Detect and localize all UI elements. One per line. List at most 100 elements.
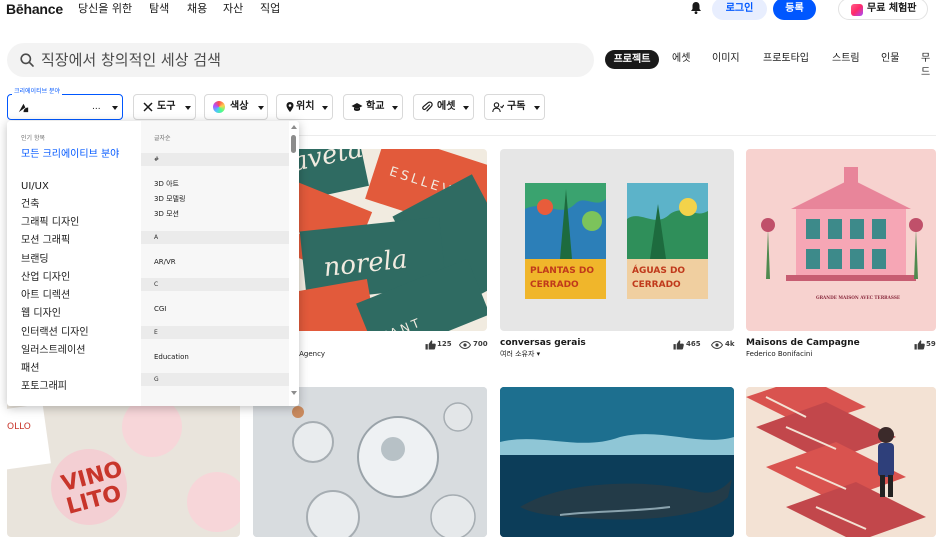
- project-thumbnail: [746, 387, 936, 537]
- thumbs-up-icon: [425, 340, 436, 350]
- project-title[interactable]: Maisons de Campagne: [746, 338, 860, 349]
- tab-projects[interactable]: 프로젝트: [605, 50, 659, 69]
- behance-logo[interactable]: Bēhance: [6, 0, 63, 18]
- color-wheel-icon: [213, 101, 225, 113]
- creative-field-select[interactable]: ...: [7, 94, 123, 120]
- project-card-glass[interactable]: [253, 387, 487, 537]
- option-ar-vr[interactable]: AR/VR: [154, 257, 176, 267]
- scrollbar-thumb[interactable]: [291, 135, 296, 153]
- scroll-up-icon[interactable]: [291, 125, 297, 129]
- filter-location-label: 위치: [296, 101, 315, 112]
- views-count: 4k: [725, 340, 735, 348]
- free-trial-label: 무료 체험판: [867, 3, 917, 14]
- tab-streams[interactable]: 스트림: [832, 52, 860, 66]
- filter-location[interactable]: 위치: [276, 94, 333, 120]
- option-motion-graphics[interactable]: 모션 그래픽: [21, 234, 70, 247]
- nav-link-jobs[interactable]: 채용: [187, 2, 207, 16]
- chevron-down-icon: [392, 106, 398, 110]
- project-owner[interactable]: Federico Bonifacini: [746, 350, 812, 359]
- search-input[interactable]: 직장에서 창의적인 세상 검색: [41, 51, 221, 69]
- filter-school[interactable]: 학교: [343, 94, 403, 120]
- tab-people[interactable]: 인물: [881, 52, 899, 66]
- option-all-creative-fields[interactable]: 모든 크리에이티브 분야: [21, 148, 126, 161]
- project-card-vino[interactable]: OLLO VINO LITO: [7, 387, 240, 537]
- project-thumbnail: [500, 387, 734, 537]
- filter-tools-label: 도구: [157, 101, 176, 112]
- letter-group-header: C: [141, 278, 289, 291]
- bell-icon[interactable]: [688, 0, 704, 16]
- nav-link-careers[interactable]: 직업: [260, 2, 280, 16]
- chevron-down-icon: [463, 106, 469, 110]
- popular-list: 인기 항목 모든 크리에이티브 분야 UI/UX 건축 그래픽 디자인 모션 그…: [7, 121, 141, 406]
- option-interaction-design[interactable]: 인터랙션 디자인: [21, 326, 89, 339]
- top-nav: Bēhance 당신을 위한 탐색 채용 자산 직업 로그인 등록 무료 체험판: [0, 0, 936, 24]
- nav-link-for-you[interactable]: 당신을 위한: [78, 2, 132, 16]
- tools-icon: [143, 102, 153, 112]
- tab-assets[interactable]: 에셋: [672, 52, 690, 66]
- creative-field-value: ...: [92, 102, 101, 112]
- scroll-down-icon[interactable]: [291, 391, 297, 395]
- thumbs-up-icon: [914, 340, 925, 350]
- project-owner[interactable]: 여러 소유자 ▾: [500, 350, 540, 359]
- option-branding[interactable]: 브랜딩: [21, 253, 49, 266]
- filter-color[interactable]: 색상: [204, 94, 268, 120]
- option-photography[interactable]: 포토그래피: [21, 380, 67, 393]
- artwork-text: ÁGUAS DO: [632, 264, 685, 276]
- tab-moodboards[interactable]: 무드: [921, 52, 936, 80]
- views-count: 700: [473, 340, 488, 348]
- dropdown-scrollbar[interactable]: [289, 121, 299, 406]
- option-fashion[interactable]: 패션: [21, 362, 39, 375]
- project-card-whale[interactable]: [500, 387, 734, 537]
- creative-field-icon: [18, 103, 29, 113]
- tab-images[interactable]: 이미지: [712, 52, 740, 66]
- project-thumbnail: GRANDE MAISON AVEC TERRASSE: [761, 167, 923, 300]
- creative-cloud-icon: [851, 4, 863, 16]
- option-web-design[interactable]: 웹 디자인: [21, 307, 61, 320]
- project-thumbnail: PLANTAS DO CERRADO ÁGUAS DO CERRADO: [525, 183, 708, 299]
- free-trial-button[interactable]: 무료 체험판: [838, 0, 928, 20]
- option-graphic-design[interactable]: 그래픽 디자인: [21, 216, 79, 229]
- option-industrial-design[interactable]: 산업 디자인: [21, 271, 70, 284]
- project-thumbnail: OLLO VINO LITO: [7, 397, 240, 532]
- chevron-down-icon: [185, 106, 191, 110]
- artwork-text: OLLO: [7, 422, 31, 432]
- option-3d-motion[interactable]: 3D 모션: [154, 209, 179, 219]
- signup-button[interactable]: 등록: [773, 0, 816, 20]
- project-card-conversas[interactable]: PLANTAS DO CERRADO ÁGUAS DO CERRADO: [500, 149, 734, 331]
- nav-link-explore[interactable]: 탐색: [149, 2, 169, 16]
- artwork-text: PLANTAS DO: [530, 266, 594, 276]
- location-pin-icon: [286, 102, 294, 112]
- alpha-header: 글자순: [154, 135, 171, 142]
- eye-icon: [711, 341, 723, 349]
- project-card-bookshelves[interactable]: [746, 387, 936, 537]
- login-button[interactable]: 로그인: [712, 0, 767, 20]
- search-icon: [20, 53, 34, 67]
- letter-group-header: #: [141, 153, 289, 166]
- project-card-maisons[interactable]: GRANDE MAISON AVEC TERRASSE: [746, 149, 936, 331]
- chevron-down-icon: [112, 106, 118, 110]
- option-cgi[interactable]: CGI: [154, 304, 166, 314]
- filter-tools[interactable]: 도구: [133, 94, 196, 120]
- search-bar[interactable]: 직장에서 창의적인 세상 검색: [7, 43, 594, 77]
- popular-header: 인기 항목: [21, 135, 45, 142]
- project-title[interactable]: conversas gerais: [500, 338, 586, 349]
- tab-prototypes[interactable]: 프로토타입: [763, 52, 809, 66]
- thumbs-up-icon: [673, 340, 684, 350]
- artwork-text: CERRADO: [530, 280, 579, 290]
- paperclip-icon: [422, 101, 433, 112]
- project-thumbnail: [253, 387, 487, 537]
- chevron-down-icon: [322, 106, 328, 110]
- option-art-direction[interactable]: 아트 디렉션: [21, 289, 70, 302]
- option-education[interactable]: Education: [154, 352, 189, 362]
- option-3d-modeling[interactable]: 3D 모델링: [154, 194, 185, 204]
- option-architecture[interactable]: 건축: [21, 198, 39, 211]
- likes-count: 59: [926, 340, 936, 348]
- option-illustration[interactable]: 일러스트레이션: [21, 344, 85, 357]
- filter-assets-label: 에셋: [437, 101, 456, 112]
- filter-assets[interactable]: 에셋: [413, 94, 474, 120]
- filter-school-label: 학교: [366, 101, 385, 112]
- option-ui-ux[interactable]: UI/UX: [21, 180, 49, 193]
- filter-subscription[interactable]: 구독: [484, 94, 545, 120]
- nav-link-assets[interactable]: 자산: [223, 2, 243, 16]
- option-3d-art[interactable]: 3D 아트: [154, 179, 179, 189]
